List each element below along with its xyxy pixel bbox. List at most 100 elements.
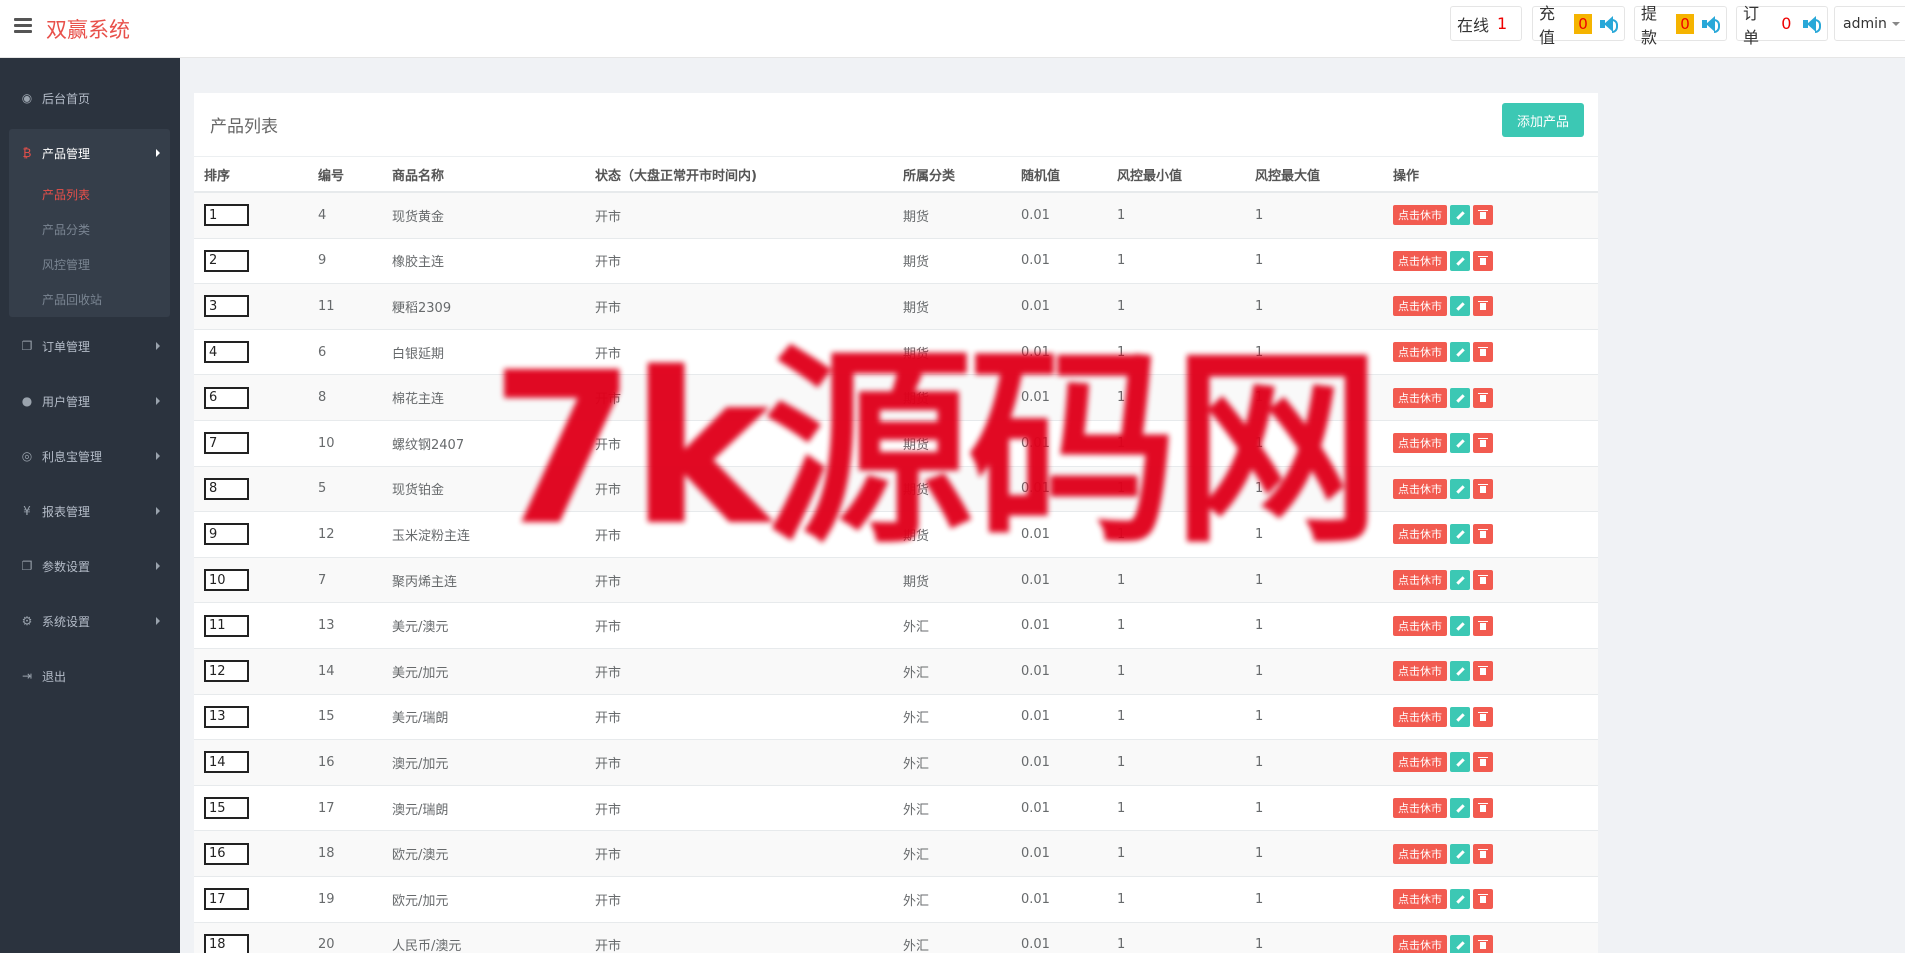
trash-icon[interactable] (1473, 296, 1493, 317)
cell-sort (194, 329, 308, 376)
edit-icon[interactable] (1450, 615, 1470, 636)
user-menu[interactable]: admin (1834, 6, 1905, 41)
close-market-button[interactable]: 点击休市 (1393, 843, 1447, 864)
speaker-icon[interactable] (1701, 15, 1720, 33)
edit-icon[interactable] (1450, 296, 1470, 317)
sort-input[interactable] (204, 705, 249, 728)
edit-icon[interactable] (1450, 205, 1470, 226)
sort-input[interactable] (204, 569, 249, 592)
order-indicator[interactable]: 订单 0 (1736, 4, 1828, 47)
close-market-button[interactable]: 点击休市 (1393, 889, 1447, 910)
close-market-button[interactable]: 点击休市 (1393, 706, 1447, 727)
edit-icon[interactable] (1450, 570, 1470, 591)
edit-icon[interactable] (1450, 524, 1470, 545)
subitem-risk-control[interactable]: 风控管理 (42, 256, 90, 273)
edit-icon[interactable] (1450, 798, 1470, 819)
close-market-button[interactable]: 点击休市 (1393, 342, 1447, 363)
edit-icon[interactable] (1450, 934, 1470, 953)
edit-icon[interactable] (1450, 387, 1470, 408)
cell-sort (194, 374, 308, 421)
cell-name: 粳稻2309 (382, 283, 585, 330)
trash-icon[interactable] (1473, 478, 1493, 499)
subitem-product-list[interactable]: 产品列表 (42, 186, 90, 203)
sort-input[interactable] (204, 386, 249, 409)
sidebar-item-logout[interactable]: ⇥ 退出 (0, 659, 180, 693)
sidebar-item-orders[interactable]: ❐ 订单管理 (0, 329, 180, 363)
cell-status: 开市 (585, 876, 893, 923)
close-market-button[interactable]: 点击休市 (1393, 661, 1447, 682)
sidebar-item-interest[interactable]: ◎ 利息宝管理 (0, 439, 180, 473)
sidebar-item-params[interactable]: ❐ 参数设置 (0, 549, 180, 583)
close-market-button[interactable]: 点击休市 (1393, 934, 1447, 953)
edit-icon[interactable] (1450, 752, 1470, 773)
close-market-button[interactable]: 点击休市 (1393, 250, 1447, 271)
cell-sort (194, 238, 308, 285)
trash-icon[interactable] (1473, 798, 1493, 819)
close-market-button[interactable]: 点击休市 (1393, 798, 1447, 819)
menu-toggle-icon[interactable] (14, 18, 32, 34)
sort-input[interactable] (204, 888, 249, 911)
trash-icon[interactable] (1473, 524, 1493, 545)
col-category: 所属分类 (893, 158, 1011, 193)
sort-input[interactable] (204, 842, 249, 865)
sort-input[interactable] (204, 660, 249, 683)
trash-icon[interactable] (1473, 934, 1493, 953)
edit-icon[interactable] (1450, 478, 1470, 499)
trash-icon[interactable] (1473, 570, 1493, 591)
sort-input[interactable] (204, 295, 249, 318)
add-product-button[interactable]: 添加产品 (1502, 103, 1584, 137)
trash-icon[interactable] (1473, 843, 1493, 864)
trash-icon[interactable] (1473, 661, 1493, 682)
close-market-button[interactable]: 点击休市 (1393, 524, 1447, 545)
edit-icon[interactable] (1450, 433, 1470, 454)
close-market-button[interactable]: 点击休市 (1393, 387, 1447, 408)
edit-icon[interactable] (1450, 843, 1470, 864)
close-market-button[interactable]: 点击休市 (1393, 296, 1447, 317)
sidebar-item-dashboard[interactable]: ◉ 后台首页 (0, 81, 180, 115)
cell-risk-min: 1 (1107, 785, 1245, 832)
sidebar-item-reports[interactable]: ¥ 报表管理 (0, 494, 180, 528)
trash-icon[interactable] (1473, 706, 1493, 727)
trash-icon[interactable] (1473, 205, 1493, 226)
sort-input[interactable] (204, 751, 249, 774)
close-market-button[interactable]: 点击休市 (1393, 752, 1447, 773)
edit-icon[interactable] (1450, 661, 1470, 682)
sort-input[interactable] (204, 477, 249, 500)
sort-input[interactable] (204, 204, 249, 227)
trash-icon[interactable] (1473, 387, 1493, 408)
sidebar-item-users[interactable]: ● 用户管理 (0, 384, 180, 418)
edit-icon[interactable] (1450, 889, 1470, 910)
withdraw-indicator[interactable]: 提款 0 (1634, 4, 1727, 47)
sidebar-item-system[interactable]: ⚙ 系统设置 (0, 604, 180, 638)
sort-input[interactable] (204, 341, 249, 364)
sort-input[interactable] (204, 933, 249, 953)
close-market-button[interactable]: 点击休市 (1393, 570, 1447, 591)
sort-input[interactable] (204, 432, 249, 455)
trash-icon[interactable] (1473, 342, 1493, 363)
sort-input[interactable] (204, 249, 249, 272)
close-market-button[interactable]: 点击休市 (1393, 433, 1447, 454)
sort-input[interactable] (204, 523, 249, 546)
sort-input[interactable] (204, 614, 249, 637)
speaker-icon[interactable] (1599, 15, 1618, 33)
close-market-button[interactable]: 点击休市 (1393, 615, 1447, 636)
close-market-button[interactable]: 点击休市 (1393, 205, 1447, 226)
trash-icon[interactable] (1473, 889, 1493, 910)
speaker-icon[interactable] (1803, 15, 1821, 33)
edit-icon[interactable] (1450, 706, 1470, 727)
online-indicator[interactable]: 在线 1 (1450, 6, 1522, 41)
subitem-product-recycle[interactable]: 产品回收站 (42, 291, 102, 308)
edit-icon[interactable] (1450, 342, 1470, 363)
trash-icon[interactable] (1473, 250, 1493, 271)
trash-icon[interactable] (1473, 615, 1493, 636)
trash-icon[interactable] (1473, 433, 1493, 454)
trash-icon[interactable] (1473, 752, 1493, 773)
edit-icon[interactable] (1450, 250, 1470, 271)
subitem-product-category[interactable]: 产品分类 (42, 221, 90, 238)
cell-risk-min: 1 (1107, 922, 1245, 953)
sidebar-item-products[interactable]: ₿ 产品管理 (0, 136, 180, 170)
close-market-button[interactable]: 点击休市 (1393, 478, 1447, 499)
recharge-indicator[interactable]: 充值 0 (1532, 4, 1625, 47)
sort-input[interactable] (204, 797, 249, 820)
cell-actions: 点击休市 (1383, 602, 1598, 649)
